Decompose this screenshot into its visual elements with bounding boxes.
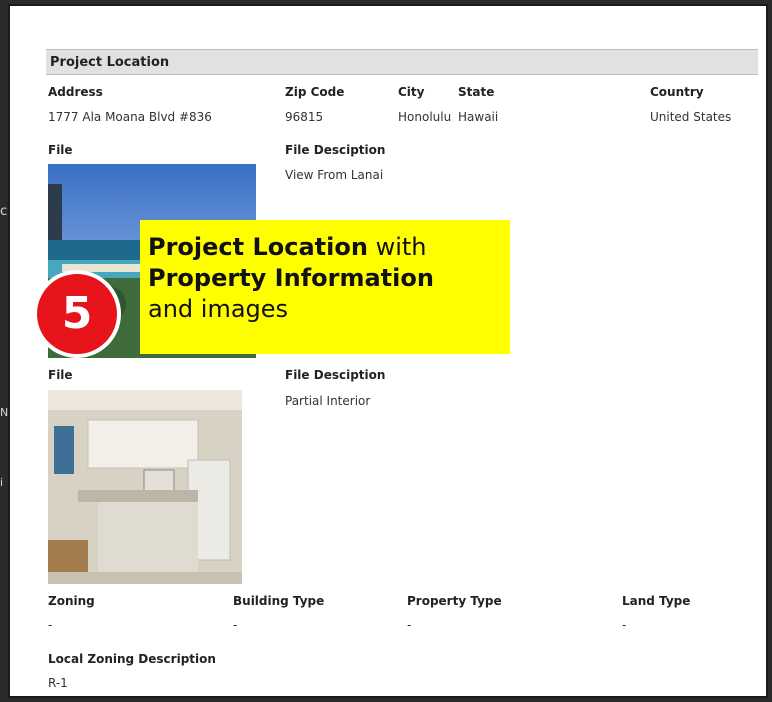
file-description-label: File Desciption	[285, 143, 386, 157]
zip-header: Zip Code	[285, 85, 345, 99]
callout-text-2: and images	[148, 295, 289, 323]
section-header: Project Location	[46, 49, 758, 75]
callout-bold-1: Project Location	[148, 233, 368, 261]
city-value: Honolulu	[398, 110, 452, 124]
callout-bold-2: Property Information	[148, 264, 434, 292]
local-zoning-value: R-1	[48, 676, 68, 690]
callout-annotation: Project Location with Property Informati…	[140, 220, 510, 354]
property-type-header: Property Type	[407, 594, 502, 608]
file-label: File	[48, 368, 73, 382]
zoning-header: Zoning	[48, 594, 95, 608]
section-title: Project Location	[50, 55, 170, 70]
kitchen-interior-photo-icon[interactable]	[48, 390, 242, 584]
state-value: Hawaii	[458, 110, 499, 124]
address-value: 1777 Ala Moana Blvd #836	[48, 110, 212, 124]
zoning-value: -	[48, 618, 53, 632]
background-window-fragment: i	[0, 476, 4, 489]
file-description-label: File Desciption	[285, 368, 386, 382]
local-zoning-label: Local Zoning Description	[48, 652, 216, 666]
background-window-fragment: c	[0, 204, 8, 219]
land-type-value: -	[622, 618, 627, 632]
file-label: File	[48, 143, 73, 157]
file-description-value: View From Lanai	[285, 168, 384, 182]
country-value: United States	[650, 110, 732, 124]
address-header: Address	[48, 85, 103, 99]
building-type-header: Building Type	[233, 594, 325, 608]
property-type-value: -	[407, 618, 412, 632]
building-type-value: -	[233, 618, 238, 632]
step-number-badge: 5	[33, 270, 121, 358]
land-type-header: Land Type	[622, 594, 691, 608]
zip-value: 96815	[285, 110, 324, 124]
callout-text-1: with	[367, 233, 427, 261]
background-window-fragment: N	[0, 406, 9, 419]
file-description-value: Partial Interior	[285, 394, 371, 408]
country-header: Country	[650, 85, 704, 99]
city-header: City	[398, 85, 425, 99]
state-header: State	[458, 85, 495, 99]
